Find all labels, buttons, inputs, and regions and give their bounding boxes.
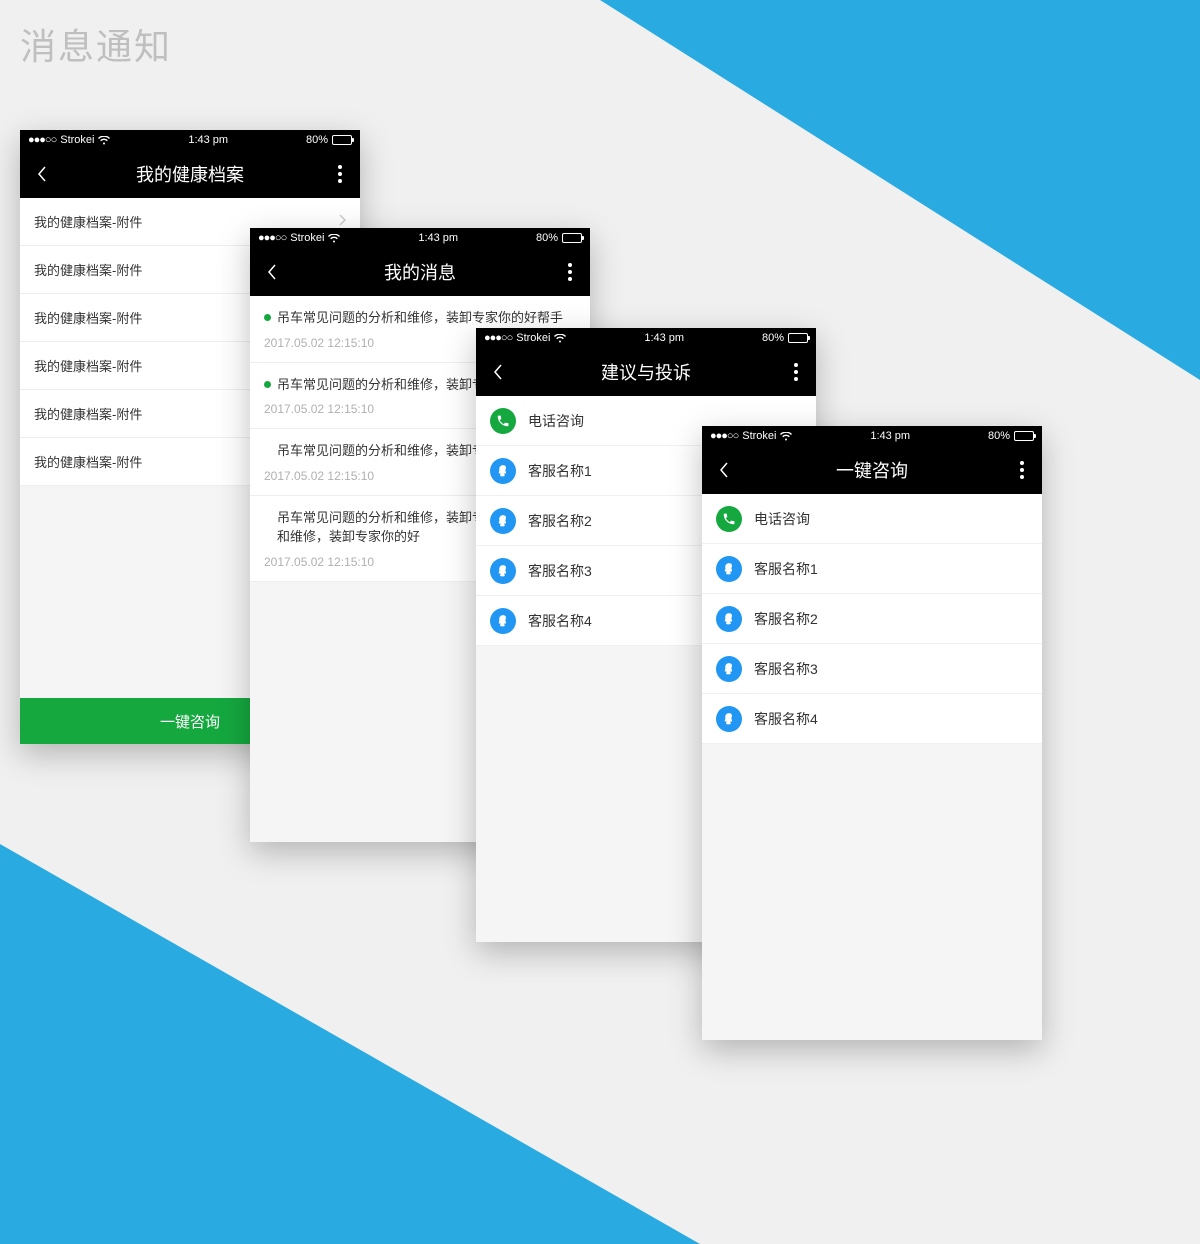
- message-title: 吊车常见问题的分析和维修，装卸专家你的好帮手: [277, 308, 563, 328]
- list-item-label: 我的健康档案-附件: [34, 212, 142, 231]
- battery-percent: 80%: [762, 332, 784, 344]
- nav-title: 我的消息: [250, 259, 590, 285]
- wifi-icon: [554, 334, 566, 343]
- contact-label: 客服名称2: [528, 511, 592, 531]
- nav-title: 一键咨询: [702, 457, 1042, 483]
- status-time: 1:43 pm: [644, 332, 684, 344]
- carrier-label: Strokei: [516, 332, 550, 344]
- status-time: 1:43 pm: [870, 430, 910, 442]
- navbar: 我的消息: [250, 248, 590, 296]
- wifi-icon: [328, 234, 340, 243]
- navbar: 我的健康档案: [20, 150, 360, 198]
- carrier-label: Strokei: [290, 232, 324, 244]
- more-button[interactable]: [562, 248, 578, 296]
- qq-icon: [490, 508, 516, 534]
- battery-icon: [1014, 431, 1034, 441]
- message-title: 吊车常见问题的分析和维修，装卸专家: [277, 441, 498, 461]
- list-item-label: 我的健康档案-附件: [34, 404, 142, 423]
- unread-dot-icon: [264, 314, 271, 321]
- battery-icon: [788, 333, 808, 343]
- phone-icon: [716, 506, 742, 532]
- battery-icon: [562, 233, 582, 243]
- wifi-icon: [780, 432, 792, 441]
- battery-percent: 80%: [988, 430, 1010, 442]
- list-item-label: 我的健康档案-附件: [34, 452, 142, 471]
- contact-label: 客服名称2: [754, 609, 818, 629]
- contact-label: 客服名称1: [528, 461, 592, 481]
- phone-body: 电话咨询客服名称1 客服名称2 客服名称3 客服名称4: [702, 494, 1042, 1040]
- contact-item[interactable]: 客服名称2: [702, 594, 1042, 644]
- navbar: 一键咨询: [702, 446, 1042, 494]
- contact-label: 客服名称3: [528, 561, 592, 581]
- contact-label: 客服名称1: [754, 559, 818, 579]
- back-button[interactable]: [262, 262, 282, 282]
- back-button[interactable]: [32, 164, 52, 184]
- signal-dots-icon: ●●●○○: [258, 232, 286, 244]
- background-triangle-top: [600, 0, 1200, 380]
- battery-icon: [332, 135, 352, 145]
- phone-screen-consult: ●●●○○ Strokei 1:43 pm 80% 一键咨询 电话咨询客服名称1…: [702, 426, 1042, 1040]
- status-bar: ●●●○○ Strokei 1:43 pm 80%: [250, 228, 590, 248]
- contact-item[interactable]: 客服名称4: [702, 694, 1042, 744]
- contact-item[interactable]: 电话咨询: [702, 494, 1042, 544]
- status-bar: ●●●○○ Strokei 1:43 pm 80%: [476, 328, 816, 348]
- qq-icon: [716, 656, 742, 682]
- list-item-label: 我的健康档案-附件: [34, 308, 142, 327]
- status-bar: ●●●○○ Strokei 1:43 pm 80%: [20, 130, 360, 150]
- page-title: 消息通知: [20, 18, 172, 70]
- list-item-label: 我的健康档案-附件: [34, 356, 142, 375]
- phone-icon: [490, 408, 516, 434]
- contact-item[interactable]: 客服名称3: [702, 644, 1042, 694]
- nav-title: 我的健康档案: [20, 161, 360, 187]
- signal-dots-icon: ●●●○○: [28, 134, 56, 146]
- contact-item[interactable]: 客服名称1: [702, 544, 1042, 594]
- carrier-label: Strokei: [60, 134, 94, 146]
- more-button[interactable]: [1014, 446, 1030, 494]
- wifi-icon: [98, 136, 110, 145]
- unread-dot-icon: [264, 381, 271, 388]
- navbar: 建议与投诉: [476, 348, 816, 396]
- list-item-label: 我的健康档案-附件: [34, 260, 142, 279]
- contact-label: 客服名称4: [528, 611, 592, 631]
- status-time: 1:43 pm: [188, 134, 228, 146]
- back-button[interactable]: [714, 460, 734, 480]
- qq-icon: [490, 558, 516, 584]
- contact-label: 客服名称4: [754, 709, 818, 729]
- nav-title: 建议与投诉: [476, 359, 816, 385]
- qq-icon: [490, 458, 516, 484]
- contact-label: 客服名称3: [754, 659, 818, 679]
- qq-icon: [716, 706, 742, 732]
- qq-icon: [716, 556, 742, 582]
- battery-percent: 80%: [306, 134, 328, 146]
- status-time: 1:43 pm: [418, 232, 458, 244]
- contact-label: 电话咨询: [754, 509, 810, 529]
- carrier-label: Strokei: [742, 430, 776, 442]
- more-button[interactable]: [332, 150, 348, 198]
- message-title: 吊车常见问题的分析和维修，装卸专: [277, 375, 485, 395]
- more-button[interactable]: [788, 348, 804, 396]
- qq-icon: [490, 608, 516, 634]
- chevron-right-icon: [338, 214, 346, 229]
- back-button[interactable]: [488, 362, 508, 382]
- qq-icon: [716, 606, 742, 632]
- contact-label: 电话咨询: [528, 411, 584, 431]
- battery-percent: 80%: [536, 232, 558, 244]
- signal-dots-icon: ●●●○○: [484, 332, 512, 344]
- status-bar: ●●●○○ Strokei 1:43 pm 80%: [702, 426, 1042, 446]
- signal-dots-icon: ●●●○○: [710, 430, 738, 442]
